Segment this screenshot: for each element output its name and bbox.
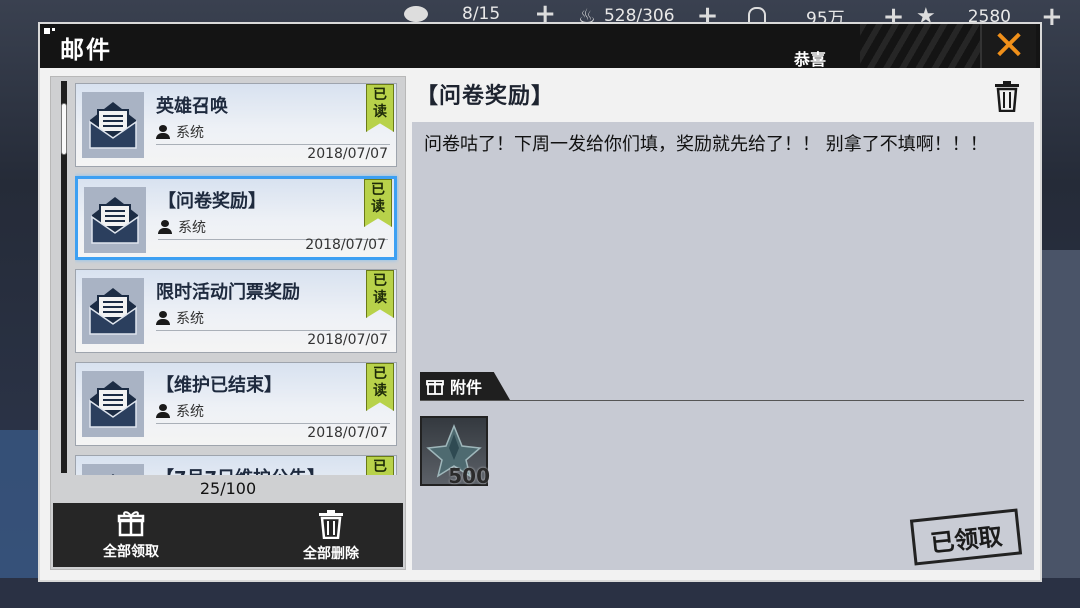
- user-icon: [158, 220, 172, 234]
- trash-icon: [319, 510, 343, 539]
- date-divider: [156, 423, 390, 424]
- dialog-title: 邮件: [60, 36, 112, 64]
- mail-list[interactable]: 英雄召唤 系统 2018/07/07 已读【问卷奖励】 系统 2018/07/07 已读限时…: [75, 83, 399, 475]
- mail-list-item[interactable]: 【7月7日维护公告】系统2018/07/07已读: [75, 455, 397, 475]
- delete-mail-button[interactable]: [994, 80, 1020, 113]
- read-tag-char: 已: [373, 366, 387, 382]
- attachment-header: 附件: [420, 372, 510, 400]
- mail-list-item[interactable]: 限时活动门票奖励系统 2018/07/07 已读: [75, 269, 397, 353]
- mail-sender-name: 系统: [176, 404, 204, 420]
- eye-icon: [404, 6, 428, 22]
- mail-dialog: 邮件 恭喜 ✕ 英雄召唤 系统 2018/07/07 已读【问卷奖励】 系统 2018/0…: [38, 22, 1042, 582]
- mail-sender: 系统: [156, 401, 204, 421]
- read-tag-char: 读: [373, 290, 387, 306]
- user-icon: [156, 404, 170, 418]
- claim-all-label: 全部领取: [103, 544, 159, 560]
- envelope-icon: [82, 92, 144, 158]
- attachment-quantity: 500: [448, 464, 490, 488]
- mail-sender: 系统: [156, 308, 204, 328]
- read-tag-char: 已: [373, 459, 387, 475]
- stamina-stat: 8/15 +: [404, 1, 556, 27]
- claimed-stamp: 已领取: [909, 508, 1023, 566]
- mail-subject: 【问卷奖励】: [158, 191, 266, 212]
- read-tag-char: 已: [373, 273, 387, 289]
- gift-icon: [117, 511, 145, 537]
- scrollbar-thumb[interactable]: [61, 103, 67, 155]
- read-tag: 已读: [366, 270, 394, 318]
- read-tag: 已读: [366, 363, 394, 411]
- mail-subject: 英雄召唤: [156, 96, 228, 117]
- read-tag-char: 已: [373, 87, 387, 103]
- envelope-icon: [82, 464, 144, 475]
- mail-sender-name: 系统: [176, 311, 204, 327]
- read-tag-char: 读: [371, 199, 385, 215]
- mail-sender-name: 系统: [176, 125, 204, 141]
- mail-detail-title: 【问卷奖励】: [416, 84, 555, 109]
- close-button[interactable]: ✕: [980, 24, 1036, 68]
- corner-decoration: [44, 28, 50, 34]
- attachment-item[interactable]: 500: [420, 416, 490, 488]
- close-x-icon: ✕: [992, 23, 1026, 69]
- mail-body-text: 问卷咕了！下周一发给你们填，奖励就先给了！！ 别拿了不填啊！！！: [424, 134, 988, 155]
- read-tag: 已读: [364, 179, 392, 227]
- mail-list-item[interactable]: 英雄召唤系统 2018/07/07 已读: [75, 83, 397, 167]
- attachment-divider: [420, 400, 1024, 401]
- read-tag-char: 已: [371, 182, 385, 198]
- claim-all-button[interactable]: 全部领取: [81, 509, 181, 563]
- stamina-value: 8/15: [462, 4, 501, 24]
- mail-sender: 系统: [156, 122, 204, 142]
- mail-detail-panel: 【问卷奖励】 问卷咕了！下周一发给你们填，奖励就先给了！！ 别拿了不填啊！！！ …: [412, 76, 1034, 570]
- background-bottom-bar: [0, 578, 1080, 608]
- date-divider: [156, 330, 390, 331]
- attachment-label: 附件: [450, 378, 483, 397]
- add-stamina-button[interactable]: +: [534, 1, 556, 27]
- greeting-text: 恭喜: [794, 50, 827, 69]
- mail-list-item[interactable]: 【维护已结束】系统 2018/07/07 已读: [75, 362, 397, 446]
- user-icon: [156, 311, 170, 325]
- trash-icon: [995, 81, 1019, 113]
- read-tag-char: 读: [373, 104, 387, 120]
- mail-date: 2018/07/07: [307, 425, 388, 441]
- add-gems-button[interactable]: +: [1041, 4, 1063, 30]
- mail-list-item[interactable]: 【问卷奖励】系统 2018/07/07 已读: [75, 176, 397, 260]
- delete-all-button[interactable]: 全部删除: [281, 509, 381, 563]
- date-divider: [156, 144, 390, 145]
- mail-subject: 限时活动门票奖励: [156, 282, 300, 303]
- mail-actions-bar: 全部领取 全部删除: [53, 503, 403, 567]
- mail-date: 2018/07/07: [307, 332, 388, 348]
- envelope-icon: [84, 187, 146, 253]
- envelope-icon: [82, 278, 144, 344]
- dialog-titlebar: 邮件 恭喜 ✕: [40, 24, 1040, 69]
- mail-date: 2018/07/07: [305, 237, 386, 253]
- mail-subject: 【7月7日维护公告】: [156, 464, 325, 475]
- delete-all-label: 全部删除: [303, 546, 359, 562]
- mail-sender: 系统: [158, 217, 206, 237]
- read-tag-char: 读: [373, 383, 387, 399]
- mail-date: 2018/07/07: [307, 146, 388, 162]
- mail-body-box: 问卷咕了！下周一发给你们填，奖励就先给了！！ 别拿了不填啊！！！ 附件 500 …: [412, 122, 1034, 570]
- user-icon: [156, 125, 170, 139]
- read-tag: 已读: [366, 84, 394, 132]
- envelope-icon: [82, 371, 144, 437]
- mail-list-panel: 英雄召唤 系统 2018/07/07 已读【问卷奖励】 系统 2018/07/07 已读限时…: [50, 76, 406, 570]
- mail-count: 25/100: [199, 479, 257, 498]
- corner-decoration-small: [52, 28, 55, 31]
- titlebar-stripes: [860, 24, 980, 68]
- mail-sender-name: 系统: [178, 220, 206, 236]
- mail-subject: 【维护已结束】: [156, 375, 282, 396]
- read-tag: 已读: [366, 456, 394, 475]
- gift-icon: [426, 380, 444, 395]
